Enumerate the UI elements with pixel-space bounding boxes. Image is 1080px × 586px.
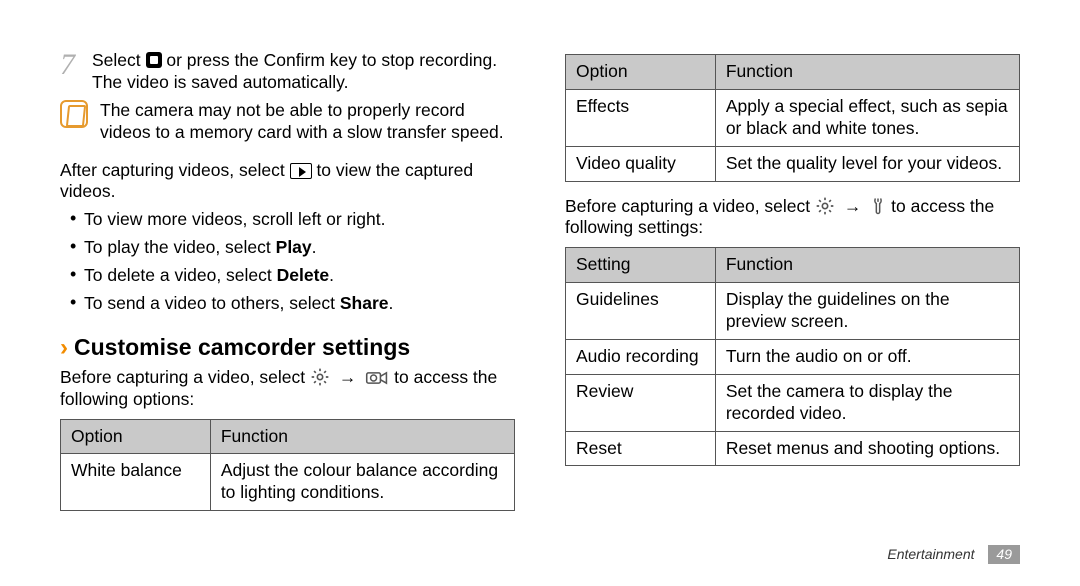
list-item: To send a video to others, select Share. [70, 293, 515, 315]
page-number: 49 [988, 545, 1020, 565]
step-text-a: Select [92, 50, 146, 70]
bullet-text: To send a video to others, select [84, 293, 340, 313]
cell-option: Effects [566, 89, 716, 146]
arrow-icon: → [840, 196, 866, 216]
cell-function: Reset menus and shooting options. [715, 431, 1019, 466]
cell-setting: Guidelines [566, 283, 716, 340]
options-table-right: Option Function Effects Apply a special … [565, 54, 1020, 182]
left-column: 7 Select or press the Confirm key to sto… [60, 50, 515, 525]
th-function: Function [210, 419, 514, 454]
cell-function: Adjust the colour balance according to l… [210, 454, 514, 511]
list-item: To view more videos, scroll left or righ… [70, 209, 515, 231]
table-row: Guidelines Display the guidelines on the… [566, 283, 1020, 340]
list-item: To play the video, select Play. [70, 237, 515, 259]
video-actions-list: To view more videos, scroll left or righ… [60, 209, 515, 315]
period: . [329, 265, 334, 285]
th-option: Option [61, 419, 211, 454]
wrench-icon [870, 196, 886, 216]
section-title-text: Customise camcorder settings [74, 333, 410, 362]
right-column: Option Function Effects Apply a special … [565, 50, 1020, 525]
table-row: Video quality Set the quality level for … [566, 146, 1020, 181]
cell-setting: Audio recording [566, 339, 716, 374]
options-lead-a: Before capturing a video, select [60, 367, 310, 387]
cell-setting: Reset [566, 431, 716, 466]
gear-icon [310, 367, 330, 387]
after-capture-text: After capturing videos, select to view t… [60, 160, 515, 204]
bullet-bold: Play [276, 237, 312, 257]
step-text-2: The video is saved automatically. [92, 72, 348, 92]
gear-icon [815, 196, 835, 216]
period: . [312, 237, 317, 257]
step-number: 7 [60, 50, 92, 94]
th-function: Function [715, 55, 1019, 90]
bullet-text: To view more videos, scroll left or righ… [84, 209, 386, 229]
note: The camera may not be able to properly r… [60, 100, 515, 144]
footer-section: Entertainment [887, 546, 974, 562]
options-lead: Before capturing a video, select → to ac… [60, 367, 515, 411]
cell-option: Video quality [566, 146, 716, 181]
bullet-bold: Delete [277, 265, 330, 285]
settings-lead: Before capturing a video, select → to ac… [565, 196, 1020, 240]
arrow-icon: → [335, 367, 361, 387]
options-table-left: Option Function White balance Adjust the… [60, 419, 515, 512]
th-option: Option [566, 55, 716, 90]
cell-function: Apply a special effect, such as sepia or… [715, 89, 1019, 146]
list-item: To delete a video, select Delete. [70, 265, 515, 287]
bullet-text: To play the video, select [84, 237, 276, 257]
table-row: White balance Adjust the colour balance … [61, 454, 515, 511]
cell-setting: Review [566, 374, 716, 431]
cell-function: Set the quality level for your videos. [715, 146, 1019, 181]
note-icon [60, 100, 88, 128]
after-capture-a: After capturing videos, select [60, 160, 290, 180]
section-heading: › Customise camcorder settings [60, 333, 515, 363]
chevron-icon: › [60, 333, 68, 363]
cell-function: Display the guidelines on the preview sc… [715, 283, 1019, 340]
page-footer: Entertainment 49 [887, 545, 1020, 565]
cell-function: Set the camera to display the recorded v… [715, 374, 1019, 431]
note-text: The camera may not be able to properly r… [100, 100, 515, 144]
table-row: Audio recording Turn the audio on or off… [566, 339, 1020, 374]
th-setting: Setting [566, 248, 716, 283]
bullet-bold: Share [340, 293, 389, 313]
th-function: Function [715, 248, 1019, 283]
table-row: Effects Apply a special effect, such as … [566, 89, 1020, 146]
settings-table: Setting Function Guidelines Display the … [565, 247, 1020, 466]
stop-record-icon [146, 52, 162, 68]
play-thumbnail-icon [290, 163, 312, 179]
table-row: Review Set the camera to display the rec… [566, 374, 1020, 431]
step-text-b: or press the Confirm key to stop recordi… [166, 50, 497, 70]
table-row: Reset Reset menus and shooting options. [566, 431, 1020, 466]
settings-lead-a: Before capturing a video, select [565, 196, 815, 216]
period: . [388, 293, 393, 313]
cell-option: White balance [61, 454, 211, 511]
step-body: Select or press the Confirm key to stop … [92, 50, 515, 94]
camera-icon [365, 369, 389, 387]
cell-function: Turn the audio on or off. [715, 339, 1019, 374]
step-7: 7 Select or press the Confirm key to sto… [60, 50, 515, 94]
bullet-text: To delete a video, select [84, 265, 277, 285]
